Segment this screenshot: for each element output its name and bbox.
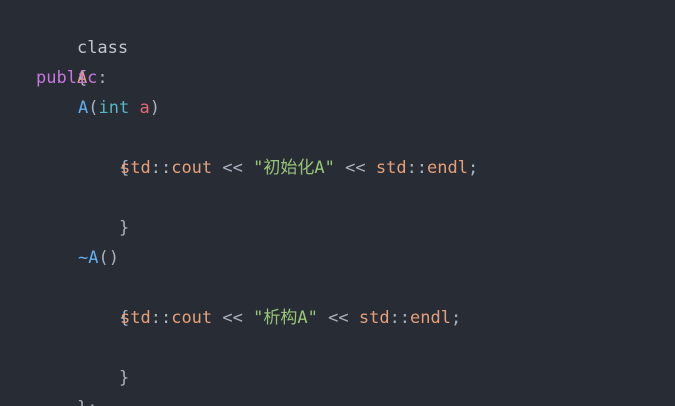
code-line-dtor-body: std::cout << "析构A" << std::endl; — [120, 303, 461, 333]
scope-operator: :: — [389, 308, 411, 328]
class-close-brace: }; — [77, 398, 97, 406]
parens: () — [98, 248, 119, 268]
namespace-std: std — [358, 308, 390, 328]
code-line-open-brace: { — [36, 33, 87, 88]
code-line-class-close: }; — [36, 363, 97, 406]
semicolon: ; — [468, 158, 479, 178]
code-line-destructor: ~A() — [78, 243, 119, 273]
code-editor[interactable]: class A { public: A(int a) { std::cout <… — [0, 0, 675, 406]
scope-operator: :: — [150, 158, 172, 178]
stream-operator: << — [222, 158, 243, 178]
code-line-access: public: — [36, 63, 108, 93]
param-name: a — [139, 98, 150, 118]
close-brace: } — [118, 368, 130, 388]
scope-operator: :: — [406, 158, 428, 178]
code-line-dtor-open-brace: { — [78, 273, 129, 328]
code-line-class-decl: class A — [36, 3, 128, 88]
string-literal: "析构A" — [253, 308, 318, 328]
scope-operator: :: — [150, 308, 172, 328]
endl-identifier: endl — [410, 308, 451, 328]
stream-operator: << — [222, 308, 243, 328]
code-line-constructor: A(int a) — [78, 93, 160, 123]
param-type: int — [98, 98, 130, 118]
close-paren: ) — [149, 98, 160, 118]
cout-identifier: cout — [171, 158, 213, 178]
cout-identifier: cout — [171, 308, 213, 328]
namespace-std: std — [120, 158, 151, 178]
string-literal: "初始化A" — [253, 158, 335, 178]
close-brace: } — [118, 218, 130, 238]
namespace-std: std — [120, 308, 151, 328]
stream-operator: << — [328, 308, 349, 328]
code-line-dtor-close-brace: } — [78, 333, 129, 388]
stream-operator: << — [345, 158, 366, 178]
constructor-name: A — [78, 98, 89, 118]
open-paren: ( — [88, 98, 99, 118]
endl-identifier: endl — [427, 158, 468, 178]
colon: : — [97, 68, 108, 88]
access-specifier: public — [36, 68, 98, 88]
code-line-ctor-body: std::cout << "初始化A" << std::endl; — [120, 153, 478, 183]
destructor-name: ~A — [78, 248, 99, 268]
code-line-ctor-open-brace: { — [78, 123, 129, 178]
code-line-ctor-close-brace: } — [78, 183, 129, 238]
namespace-std: std — [375, 158, 407, 178]
semicolon: ; — [451, 308, 462, 328]
